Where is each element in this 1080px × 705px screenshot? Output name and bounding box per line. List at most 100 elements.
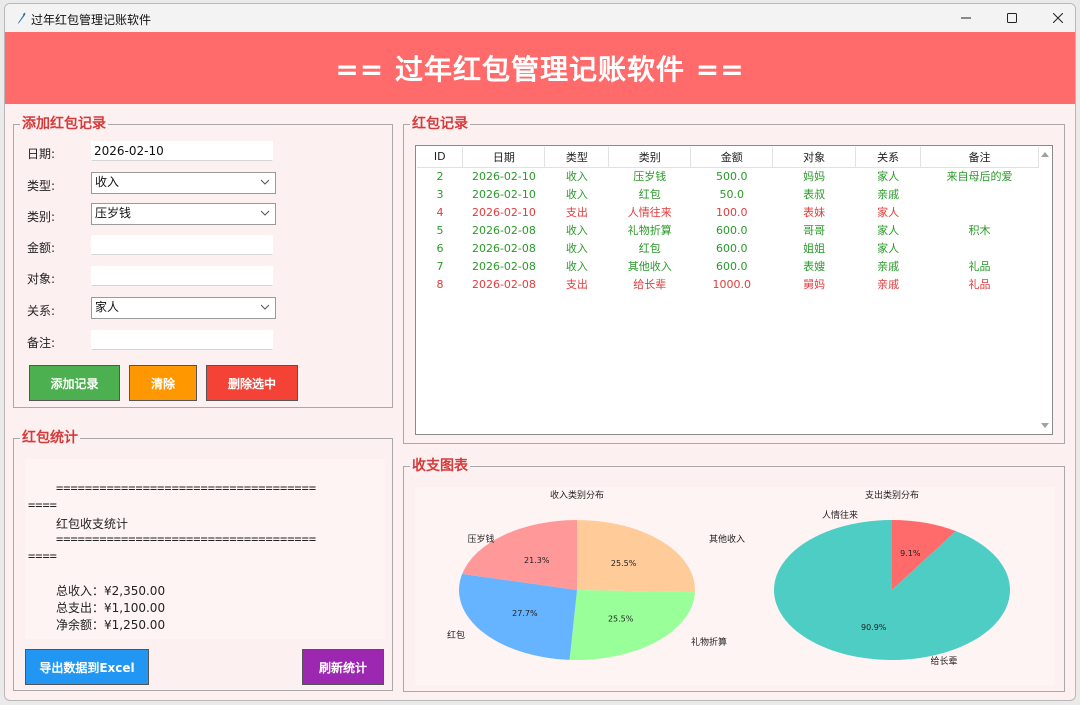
table-cell: 亲戚 <box>877 260 900 273</box>
table-cell: 8 <box>436 277 444 291</box>
maximize-button[interactable] <box>989 4 1035 32</box>
amount-input[interactable] <box>91 235 273 255</box>
pie-category-label: 压岁钱 <box>467 533 494 545</box>
maximize-icon <box>1007 13 1017 23</box>
scroll-up-icon[interactable] <box>1040 150 1050 160</box>
stats-group: 红包统计 ===================================… <box>13 430 393 691</box>
table-cell: 支出 <box>565 278 588 291</box>
table-cell: 4 <box>436 205 444 219</box>
category-label: 类别: <box>27 210 56 224</box>
table-cell: 压岁钱 <box>633 170 667 184</box>
pie-percent-label: 25.5% <box>611 559 637 568</box>
column-header-target[interactable]: 对象 <box>772 147 857 168</box>
type-label: 类型: <box>27 179 56 193</box>
pie-slice <box>577 520 695 593</box>
records-legend: 红包记录 <box>410 116 470 132</box>
amount-label: 金额: <box>27 241 56 255</box>
table-cell: 其他收入 <box>627 260 672 273</box>
category-select-value: 压岁钱 <box>95 206 132 220</box>
target-label: 对象: <box>27 272 56 286</box>
table-cell: 礼物折算 <box>627 224 672 237</box>
charts-legend: 收支图表 <box>410 458 470 474</box>
export-excel-button[interactable]: 导出数据到Excel <box>25 649 149 685</box>
table-row[interactable]: 4 2026-02-10 支出 人情往来 100.0 表妹 家人 <box>417 203 1039 221</box>
table-cell: 哥哥 <box>803 224 826 237</box>
table-row[interactable]: 2 2026-02-10 收入 压岁钱 500.0 妈妈 家人 来自母后的爱 <box>417 167 1039 185</box>
type-select[interactable]: 收入 <box>91 172 276 194</box>
column-header-date[interactable]: 日期 <box>462 147 546 168</box>
column-header-amount[interactable]: 金额 <box>690 147 774 168</box>
refresh-stats-button[interactable]: 刷新统计 <box>302 649 384 685</box>
table-cell: 2026-02-08 <box>471 223 536 237</box>
table-cell: 500.0 <box>715 169 748 183</box>
table-cell: 2026-02-08 <box>471 259 536 273</box>
title-bar: 过年红包管理记账软件 <box>5 4 1075 32</box>
pie-charts: 收入类别分布 25.5% 其他收入 25.5% 礼物折算 27.7% 红包 21.3% 压岁钱 支… <box>447 489 1010 667</box>
table-cell: 表叔 <box>803 188 826 201</box>
clear-button[interactable]: 清除 <box>129 365 197 401</box>
add-record-button[interactable]: 添加记录 <box>29 365 120 401</box>
table-cell: 收入 <box>565 260 588 273</box>
relation-select[interactable]: 家人 <box>91 297 276 319</box>
scroll-down-icon[interactable] <box>1040 420 1050 430</box>
table-cell: 舅妈 <box>803 278 826 291</box>
table-cell: 亲戚 <box>877 188 900 201</box>
table-row[interactable]: 7 2026-02-08 收入 其他收入 600.0 表嫂 亲戚 礼品 <box>417 257 1039 275</box>
table-cell: 给长辈 <box>633 278 667 291</box>
table-cell: 收入 <box>565 224 588 237</box>
table-row[interactable]: 3 2026-02-10 收入 红包 50.0 表叔 亲戚 <box>417 185 1039 203</box>
stats-heading: 红包收支统计 <box>56 517 129 531</box>
table-cell: 2026-02-08 <box>471 277 536 291</box>
stats-separator-wrap: ==== <box>28 498 57 512</box>
pie-percent-label: 25.5% <box>608 614 634 623</box>
table-cell: 100.0 <box>715 205 748 219</box>
table-cell: 姐姐 <box>803 242 826 255</box>
minimize-button[interactable] <box>943 4 989 32</box>
chevron-down-icon <box>260 179 270 185</box>
app-window: 过年红包管理记账软件 == 过年红包管理记账软件 == 添加红包记录 日期: 2… <box>4 3 1076 701</box>
pie-percent-label: 27.7% <box>512 609 538 618</box>
pie-category-label: 其他收入 <box>709 533 745 545</box>
table-cell: 收入 <box>565 188 588 201</box>
table-row[interactable]: 8 2026-02-08 支出 给长辈 1000.0 舅妈 亲戚 礼品 <box>417 275 1039 293</box>
delete-selected-button[interactable]: 删除选中 <box>206 365 298 401</box>
table-cell: 7 <box>436 259 444 273</box>
note-input[interactable] <box>91 330 273 350</box>
table-cell: 积木 <box>968 224 991 237</box>
column-header-note[interactable]: 备注 <box>920 147 1039 168</box>
column-header-id[interactable]: ID <box>417 147 464 168</box>
relation-label: 关系: <box>27 304 56 318</box>
table-cell: 红包 <box>638 188 661 201</box>
column-header-type[interactable]: 类型 <box>544 147 610 168</box>
column-header-category[interactable]: 类别 <box>608 147 692 168</box>
table-cell: 600.0 <box>715 223 748 237</box>
date-input[interactable]: 2026-02-10 <box>91 141 273 161</box>
stats-separator: ==================================== <box>56 481 317 495</box>
table-cell: 2026-02-10 <box>471 187 536 201</box>
pie-category-label: 礼物折算 <box>691 636 727 648</box>
table-cell: 2026-02-10 <box>471 169 536 183</box>
relation-select-value: 家人 <box>95 300 120 314</box>
date-label: 日期: <box>27 147 56 161</box>
stats-legend: 红包统计 <box>20 430 80 446</box>
table-cell: 礼品 <box>968 278 991 291</box>
table-cell <box>921 185 1039 203</box>
stats-separator: ==================================== <box>56 532 317 546</box>
pie-category-label: 给长辈 <box>930 655 957 667</box>
table-row[interactable]: 6 2026-02-08 收入 红包 600.0 姐姐 家人 <box>417 239 1039 257</box>
note-label: 备注: <box>27 336 56 350</box>
table-row[interactable]: 5 2026-02-08 收入 礼物折算 600.0 哥哥 家人 积木 <box>417 221 1039 239</box>
table-cell: 1000.0 <box>712 277 751 291</box>
column-header-relation[interactable]: 关系 <box>855 147 922 168</box>
category-select[interactable]: 压岁钱 <box>91 203 276 225</box>
table-cell: 2026-02-08 <box>471 241 536 255</box>
close-button[interactable] <box>1035 4 1075 32</box>
add-record-group: 添加红包记录 日期: 2026-02-10 类型: 收入 类别: 压岁钱 金额:… <box>13 116 393 408</box>
table-cell: 家人 <box>877 206 900 219</box>
table-cell: 红包 <box>638 242 661 255</box>
table-cell: 家人 <box>877 224 900 237</box>
pie-percent-label: 9.1% <box>900 549 921 558</box>
records-table[interactable]: ID 日期 类型 类别 金额 对象 关系 备注 2 2026-02-10 收入 压岁钱… <box>415 145 1053 435</box>
target-input[interactable] <box>91 266 273 286</box>
stats-separator-wrap: ==== <box>28 549 57 563</box>
